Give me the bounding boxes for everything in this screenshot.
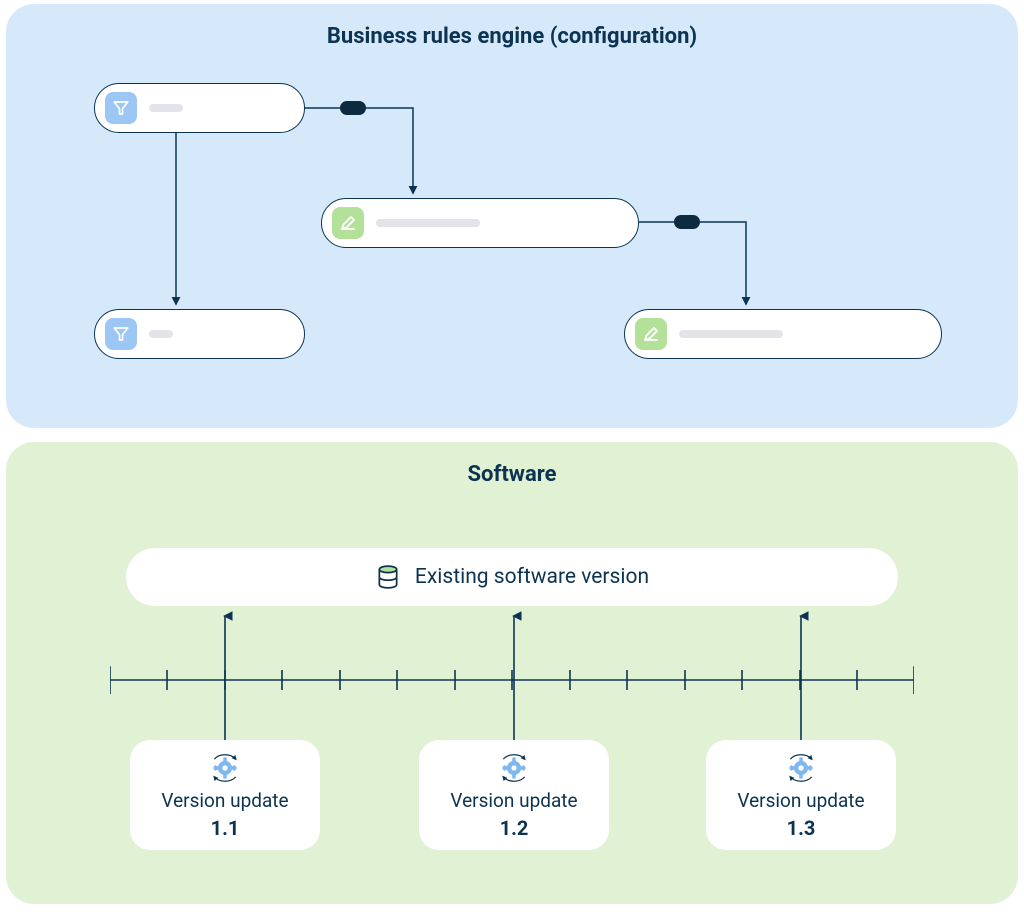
placeholder: [679, 330, 783, 338]
gear-refresh-icon: [783, 751, 819, 785]
placeholder: [149, 330, 173, 338]
version-card-2: Version update 1.2: [419, 740, 609, 850]
edit-icon: [635, 318, 667, 350]
version-card-3: Version update 1.3: [706, 740, 896, 850]
connector-pill: [674, 215, 700, 229]
placeholder: [376, 219, 480, 227]
placeholder: [149, 104, 183, 112]
version-number: 1.2: [500, 816, 529, 840]
version-number: 1.3: [787, 816, 816, 840]
connector-pill: [340, 101, 366, 115]
rule-node-filter-2: [94, 309, 305, 359]
rule-node-filter-1: [94, 83, 305, 133]
gear-refresh-icon: [496, 751, 532, 785]
version-number: 1.1: [211, 816, 240, 840]
filter-icon: [105, 318, 137, 350]
existing-software-label: Existing software version: [415, 565, 649, 589]
edit-icon: [332, 207, 364, 239]
rules-engine-title: Business rules engine (configuration): [6, 4, 1018, 49]
version-card-1: Version update 1.1: [130, 740, 320, 850]
rule-node-edit-2: [624, 309, 942, 359]
database-icon: [375, 564, 401, 590]
rules-engine-panel: Business rules engine (configuration): [6, 4, 1018, 428]
software-panel: Software Existing software version: [6, 442, 1018, 904]
timeline-axis: [110, 666, 914, 696]
existing-software-bar: Existing software version: [126, 548, 898, 606]
version-card-label: Version update: [450, 789, 577, 812]
gear-refresh-icon: [207, 751, 243, 785]
rule-node-edit-1: [321, 198, 639, 248]
software-title: Software: [6, 442, 1018, 487]
version-card-label: Version update: [737, 789, 864, 812]
filter-icon: [105, 92, 137, 124]
version-card-label: Version update: [161, 789, 288, 812]
